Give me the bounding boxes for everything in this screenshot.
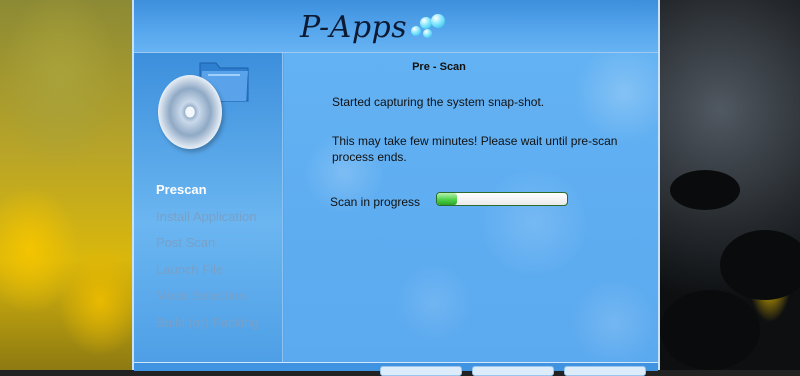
- app-window: P-Apps Prescan Install Application Post Sc…: [132, 0, 660, 376]
- cancel-button[interactable]: [564, 366, 646, 376]
- wizard-step-prescan[interactable]: Prescan: [156, 177, 259, 204]
- wizard-step-mode-selection[interactable]: Mode Selection: [156, 283, 259, 310]
- app-logo: P-Apps: [300, 6, 449, 48]
- scan-progress-bar: [436, 192, 568, 206]
- progress-fill: [437, 193, 457, 205]
- wizard-step-build-or-packing[interactable]: Build (or) Packing: [156, 310, 259, 337]
- setup-graphic: [154, 55, 254, 155]
- logo-text: P-Apps: [300, 9, 408, 45]
- disc-icon: [158, 75, 222, 149]
- scan-progress-label: Scan in progress: [330, 195, 421, 209]
- panel-title: Pre - Scan: [412, 61, 466, 73]
- wait-message: This may take few minutes! Please wait u…: [332, 134, 618, 164]
- wizard-step-install-application[interactable]: Install Application: [156, 204, 259, 231]
- main-panel: Pre - Scan Started capturing the system …: [284, 53, 658, 362]
- header-bar: P-Apps: [134, 0, 658, 53]
- wizard-step-post-scan[interactable]: Post Scan: [156, 230, 259, 257]
- back-button[interactable]: [380, 366, 462, 376]
- wizard-sidebar: Prescan Install Application Post Scan Launc…: [134, 53, 283, 362]
- bubbles-logo-icon: [411, 12, 449, 42]
- wizard-step-launch-file[interactable]: Launch File: [156, 257, 259, 284]
- background-photo-left: [0, 0, 132, 370]
- status-message: Started capturing the system snap-shot.: [332, 95, 545, 109]
- next-button[interactable]: [472, 366, 554, 376]
- background-photo-right: [660, 0, 800, 370]
- wizard-steps: Prescan Install Application Post Scan Launc…: [156, 177, 259, 337]
